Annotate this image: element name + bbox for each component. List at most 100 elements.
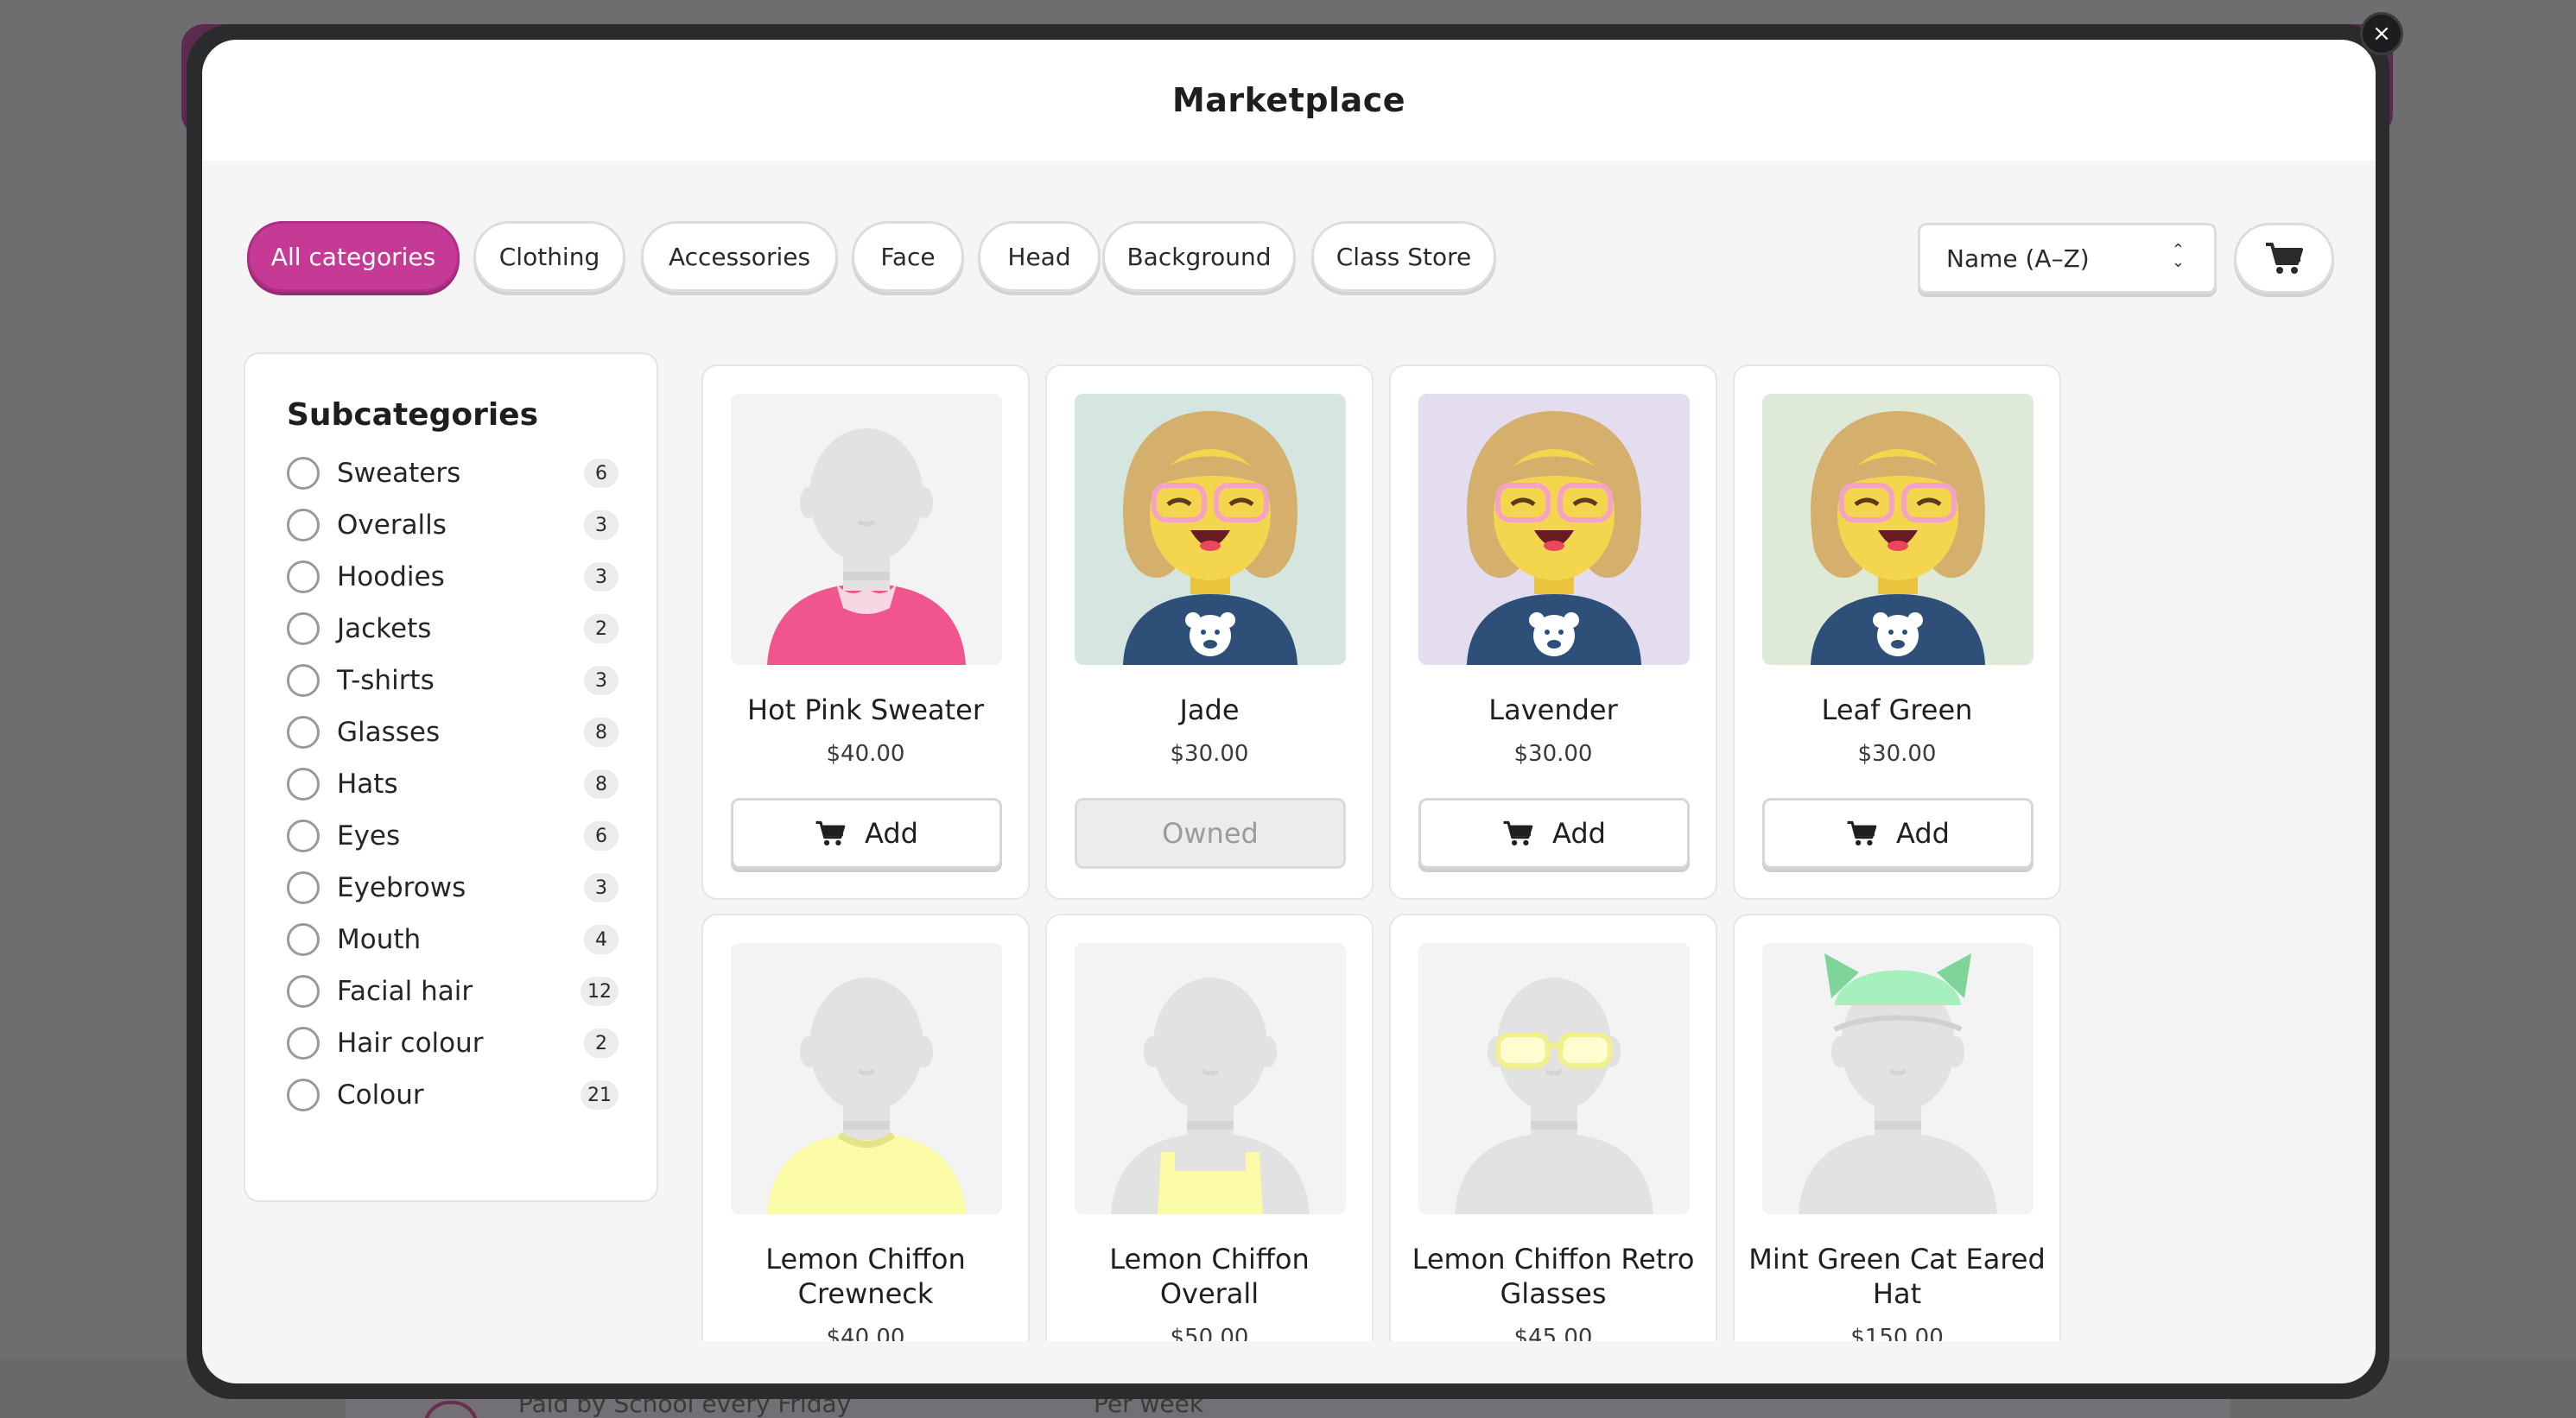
product-thumbnail[interactable]	[731, 394, 1002, 665]
product-card: Lavender $30.00 Add	[1389, 364, 1717, 900]
product-name: Jade	[1179, 693, 1240, 726]
subcategory-label: T-shirts	[337, 665, 435, 696]
modal-title: Marketplace	[1171, 81, 1406, 119]
subcategory-count: 8	[584, 718, 619, 747]
subcategory-item[interactable]: Hats 8	[287, 765, 619, 803]
subcategories-title: Subcategories	[287, 397, 539, 433]
product-card: Lemon Chiffon Retro Glasses $45.00	[1389, 914, 1717, 1341]
subcategory-label: Hats	[337, 769, 398, 800]
product-price: $40.00	[826, 741, 905, 767]
subcategory-checkbox[interactable]	[287, 1079, 320, 1111]
subcategory-checkbox[interactable]	[287, 923, 320, 956]
subcategory-item[interactable]: T-shirts 3	[287, 662, 619, 700]
subcategory-label: Overalls	[337, 510, 447, 541]
subcategory-checkbox[interactable]	[287, 612, 320, 645]
modal-content: Marketplace All categories Clothing Acce…	[202, 40, 2376, 1341]
category-chip-face[interactable]: Face	[852, 221, 964, 292]
subcategory-checkbox[interactable]	[287, 716, 320, 749]
product-card: Lemon Chiffon Crewneck $40.00	[701, 914, 1030, 1341]
subcategory-label: Glasses	[337, 717, 441, 748]
product-card: Jade $30.00 Owned	[1045, 364, 1374, 900]
subcategory-count: 12	[581, 977, 619, 1006]
product-price: $40.00	[826, 1325, 905, 1341]
subcategory-count: 3	[584, 666, 619, 695]
cart-icon	[1503, 820, 1533, 846]
subcategory-label: Mouth	[337, 924, 422, 955]
product-price: $30.00	[1513, 741, 1593, 767]
product-card: Hot Pink Sweater $40.00 Add	[701, 364, 1030, 900]
subcategory-item[interactable]: Glasses 8	[287, 713, 619, 751]
add-to-cart-button[interactable]: Add	[731, 798, 1002, 869]
product-name: Lemon Chiffon Crewneck	[765, 1243, 966, 1310]
close-icon: ×	[2372, 21, 2391, 47]
subcategory-item[interactable]: Mouth 4	[287, 921, 619, 959]
product-name: Leaf Green	[1821, 693, 1973, 726]
product-card: Lemon Chiffon Overall $50.00	[1045, 914, 1374, 1341]
subcategory-count: 4	[584, 925, 619, 954]
add-to-cart-button[interactable]: Add	[1418, 798, 1690, 869]
marketplace-modal: Marketplace All categories Clothing Acce…	[202, 40, 2376, 1383]
category-chip-head[interactable]: Head	[978, 221, 1101, 292]
product-price: $45.00	[1513, 1325, 1593, 1341]
subcategory-checkbox[interactable]	[287, 820, 320, 852]
close-button[interactable]: ×	[2360, 12, 2403, 55]
subcategory-item[interactable]: Jackets 2	[287, 610, 619, 648]
subcategory-count: 6	[584, 459, 619, 488]
owned-button: Owned	[1075, 798, 1346, 869]
owned-label: Owned	[1162, 817, 1259, 850]
subcategory-checkbox[interactable]	[287, 975, 320, 1008]
product-price: $50.00	[1170, 1325, 1249, 1341]
product-name: Mint Green Cat Eared Hat	[1748, 1243, 2046, 1310]
category-chip-background[interactable]: Background	[1102, 221, 1296, 292]
product-price: $150.00	[1850, 1325, 1944, 1341]
product-name: Lemon Chiffon Retro Glasses	[1412, 1243, 1695, 1310]
product-thumbnail[interactable]	[1762, 394, 2034, 665]
subcategory-item[interactable]: Hair colour 2	[287, 1024, 619, 1062]
subcategory-item[interactable]: Eyebrows 3	[287, 869, 619, 907]
subcategory-count: 2	[584, 614, 619, 643]
subcategory-label: Hoodies	[337, 561, 445, 592]
subcategory-label: Facial hair	[337, 976, 473, 1007]
product-thumbnail[interactable]	[1762, 943, 2034, 1214]
category-chip-accessories[interactable]: Accessories	[641, 221, 838, 292]
product-thumbnail[interactable]	[1418, 394, 1690, 665]
cart-icon	[815, 820, 846, 846]
subcategory-checkbox[interactable]	[287, 509, 320, 541]
subcategory-checkbox[interactable]	[287, 457, 320, 490]
subcategory-item[interactable]: Hoodies 3	[287, 558, 619, 596]
category-chip-all[interactable]: All categories	[247, 221, 460, 292]
product-thumbnail[interactable]	[1075, 943, 1346, 1214]
subcategory-checkbox[interactable]	[287, 664, 320, 697]
subcategory-label: Sweaters	[337, 458, 461, 489]
product-thumbnail[interactable]	[1075, 394, 1346, 665]
subcategory-item[interactable]: Facial hair 12	[287, 972, 619, 1010]
add-to-cart-button[interactable]: Add	[1762, 798, 2034, 869]
subcategory-checkbox[interactable]	[287, 1027, 320, 1060]
subcategory-count: 6	[584, 821, 619, 851]
subcategory-count: 2	[584, 1029, 619, 1058]
subcategories-panel: Subcategories Sweaters 6 Overalls 3 Hoodies 3…	[244, 352, 658, 1202]
subcategory-item[interactable]: Overalls 3	[287, 506, 619, 544]
subcategory-item[interactable]: Colour 21	[287, 1076, 619, 1114]
cart-button[interactable]	[2234, 223, 2334, 294]
product-name: Lavender	[1488, 693, 1618, 726]
subcategory-checkbox[interactable]	[287, 560, 320, 593]
subcategory-item[interactable]: Sweaters 6	[287, 454, 619, 492]
subcategory-label: Jackets	[337, 613, 432, 644]
category-chip-class-store[interactable]: Class Store	[1311, 221, 1496, 292]
subcategory-label: Eyebrows	[337, 872, 466, 903]
sort-select[interactable]: Name (A–Z) ⌃ ⌄	[1918, 223, 2217, 294]
product-thumbnail[interactable]	[1418, 943, 1690, 1214]
product-name: Hot Pink Sweater	[747, 693, 984, 726]
product-price: $30.00	[1857, 741, 1937, 767]
product-thumbnail[interactable]	[731, 943, 1002, 1214]
subcategory-count: 3	[584, 562, 619, 592]
product-card: Mint Green Cat Eared Hat $150.00	[1733, 914, 2061, 1341]
category-chip-clothing[interactable]: Clothing	[473, 221, 625, 292]
sort-arrows-icon: ⌃ ⌄	[2171, 241, 2185, 271]
product-card: Leaf Green $30.00 Add	[1733, 364, 2061, 900]
subcategory-checkbox[interactable]	[287, 871, 320, 904]
subcategory-item[interactable]: Eyes 6	[287, 817, 619, 855]
subcategory-checkbox[interactable]	[287, 768, 320, 801]
add-label: Add	[1552, 817, 1606, 850]
